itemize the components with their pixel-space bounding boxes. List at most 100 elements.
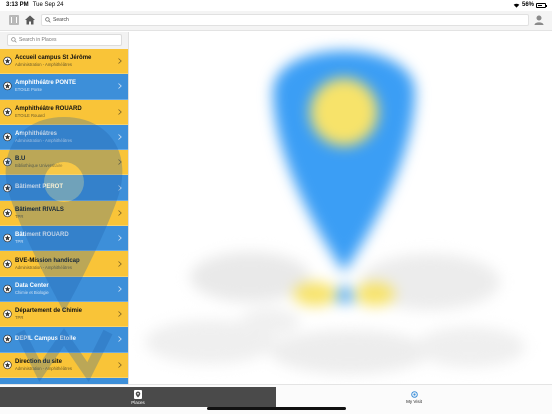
chevron-right-icon (118, 260, 122, 267)
list-item-subtitle: Bibliothèque Universitaire (15, 163, 63, 169)
list-item-subtitle: Chimie et Biologie (15, 289, 49, 295)
place-badge-icon (3, 107, 12, 116)
place-badge-icon (3, 183, 12, 192)
battery-percent: 56% (521, 2, 534, 8)
home-indicator[interactable] (207, 407, 346, 410)
list-item-text: Amphithéâtre ROUARD ETOILE Rouard (15, 106, 82, 118)
tab-my-visit-label: My Visit (406, 398, 422, 404)
list-item[interactable]: Département de Chimie TPR (0, 301, 128, 328)
list-item-title: Data Center (15, 282, 49, 289)
global-search[interactable] (41, 14, 529, 26)
list-item[interactable]: Bâtiment RIVALS TPR (0, 200, 128, 227)
list-item-text: B.U Bibliothèque Universitaire (15, 156, 62, 168)
list-item[interactable]: Amphithéâtre PONTE ETOILE Ponte (0, 74, 128, 100)
place-badge-icon (3, 208, 12, 218)
list-item-subtitle: Administration - Amphithéâtres (15, 264, 73, 270)
sidebar-toggle-button[interactable] (9, 15, 19, 25)
list-item[interactable]: Accueil campus St Jérôme Administration -… (0, 49, 128, 75)
list-item-title: Amphithéâtres (15, 131, 58, 138)
list-item[interactable]: Bâtiment ROUARD TPR (0, 226, 128, 252)
place-badge-icon (3, 56, 12, 66)
places-search[interactable] (7, 34, 122, 46)
list-item-text: DEPIL Campus Etoile (15, 336, 76, 343)
status-bar: 3:13 PM Tue Sep 24 56% (0, 0, 552, 10)
top-bar (0, 11, 552, 31)
chevron-right-icon (118, 83, 122, 90)
list-item-text: Accueil campus St Jérôme Administration -… (15, 55, 91, 67)
list-item-title: Amphithéâtre PONTE (15, 80, 77, 87)
list-item-text: BVE-Mission handicap Administration - Amp… (15, 258, 80, 270)
place-badge-icon (3, 233, 12, 243)
my-visit-tab-icon (410, 390, 418, 398)
chevron-right-icon (118, 210, 122, 216)
list-item[interactable]: Data Center Chimie et Biologie (0, 276, 128, 302)
places-tab-icon (134, 389, 142, 399)
place-badge-icon (3, 284, 12, 294)
list-item-subtitle: TPR (15, 315, 24, 321)
list-item[interactable]: Amphithéâtre ROUARD ETOILE Rouard (0, 99, 128, 125)
list-item-text: Département de Chimie TPR (15, 308, 82, 320)
place-badge-icon (3, 335, 12, 344)
list-item[interactable]: DEPIL Campus Etoile (0, 327, 128, 353)
status-date: Tue Sep 24 (32, 2, 64, 8)
list-item-text: Bâtiment PEROT (15, 184, 63, 191)
search-icon (45, 17, 51, 23)
chevron-right-icon (118, 336, 122, 343)
place-badge-icon (3, 158, 12, 167)
tab-places[interactable]: Places (0, 387, 276, 407)
tab-my-visit[interactable]: My Visit (276, 387, 552, 407)
list-item-subtitle: Administration - Amphithéâtres (15, 365, 73, 371)
location-pin-illustration (145, 50, 525, 374)
list-item-text: Direction du site Administration - Amphit… (15, 359, 72, 371)
search-icon (11, 37, 17, 43)
list-item-title: Bâtiment PEROT (15, 184, 64, 191)
chevron-right-icon (118, 286, 122, 292)
home-icon[interactable] (24, 14, 36, 26)
list-item-title: Accueil campus St Jérôme (15, 55, 92, 62)
list-item-subtitle: TPR (15, 239, 24, 245)
list-item[interactable]: Bâtiment PEROT (0, 175, 128, 201)
places-list: Accueil campus St Jérôme Administration -… (0, 49, 128, 384)
list-item-title: Bâtiment RIVALS (15, 206, 64, 213)
user-account-icon[interactable] (533, 14, 545, 26)
place-badge-icon (3, 309, 12, 319)
list-item[interactable]: Direction du site Administration - Amphit… (0, 352, 128, 378)
list-item-subtitle: Administration - Amphithéâtres (15, 138, 73, 144)
battery-icon (536, 2, 547, 8)
place-badge-icon (3, 82, 12, 91)
list-item-subtitle: ETOILE Ponte (15, 87, 42, 93)
list-item-title: B.U (15, 156, 26, 163)
wifi-icon (513, 3, 520, 8)
places-sidebar: Accueil campus St Jérôme Administration -… (0, 32, 129, 384)
status-time: 3:13 PM (6, 2, 29, 8)
places-search-input[interactable] (19, 37, 119, 43)
list-item-title: BVE-Mission handicap (15, 257, 80, 264)
list-item-text: Amphithéâtres Administration - Amphithéât… (15, 131, 72, 143)
list-item-text: Data Center Chimie et Biologie (15, 283, 49, 295)
list-item-subtitle: ETOILE Rouard (15, 112, 45, 118)
chevron-right-icon (118, 159, 122, 166)
list-item-title: Bâtiment ROUARD (15, 232, 69, 239)
list-item-text: Bâtiment RIVALS TPR (15, 207, 64, 219)
list-item-title: Direction du site (15, 358, 63, 365)
chevron-right-icon (118, 311, 122, 317)
list-item[interactable]: Amphithéâtres Administration - Amphithéât… (0, 124, 128, 151)
chevron-right-icon (118, 184, 122, 191)
place-badge-icon (3, 132, 12, 142)
chevron-right-icon (118, 58, 122, 64)
list-item-subtitle: TPR (15, 213, 24, 219)
chevron-right-icon (118, 108, 122, 115)
place-badge-icon (3, 360, 12, 369)
list-item-text: Amphithéâtre PONTE ETOILE Ponte (15, 80, 76, 92)
list-item-title: Amphithéâtre ROUARD (15, 105, 82, 112)
list-item[interactable]: BVE-Mission handicap Administration - Amp… (0, 251, 128, 277)
place-badge-icon (3, 259, 12, 268)
map-view[interactable] (130, 32, 552, 384)
chevron-right-icon (118, 134, 122, 140)
tab-places-label: Places (131, 399, 145, 405)
places-search-container (0, 32, 128, 49)
list-item-title: DEPIL Campus Etoile (15, 335, 76, 342)
global-search-input[interactable] (53, 17, 513, 23)
list-item[interactable]: B.U Bibliothèque Universitaire (0, 150, 128, 176)
list-item-title: Département de Chimie (15, 308, 83, 315)
